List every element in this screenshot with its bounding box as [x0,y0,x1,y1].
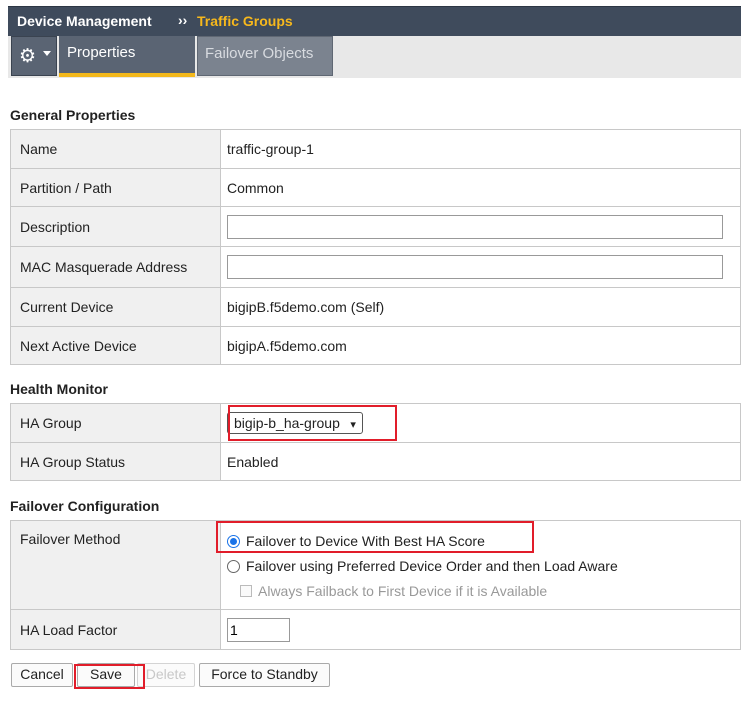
description-input[interactable] [227,214,723,239]
failover-option-preferred-order[interactable]: Failover using Preferred Device Order an… [227,554,731,579]
breadcrumb-section[interactable]: Device Management [17,13,152,29]
ha-group-selected-value: bigip-b_ha-group [234,415,340,431]
name-label: Name [10,129,221,169]
partition-label: Partition / Path [10,168,221,207]
table-row: Failover Method Failover to Device With … [10,520,741,610]
ha-group-status-value: Enabled [220,442,741,481]
next-active-device-label: Next Active Device [10,326,221,365]
mac-masquerade-input[interactable] [227,255,723,279]
radio-best-ha-score[interactable] [227,535,240,548]
force-to-standby-button[interactable]: Force to Standby [199,663,330,687]
chevron-down-icon [43,51,51,56]
tab-failover-objects[interactable]: Failover Objects [197,36,333,76]
failover-method-label: Failover Method [10,520,221,610]
ha-group-select[interactable]: bigip-b_ha-group ▾ [227,412,363,434]
chevron-down-icon: ▾ [350,418,356,431]
current-device-label: Current Device [10,287,221,327]
option-preferred-order-label: Failover using Preferred Device Order an… [246,558,618,574]
tab-failover-objects-label: Failover Objects [205,45,314,62]
next-active-device-value: bigipA.f5demo.com [220,326,741,365]
delete-button: Delete [137,663,195,687]
ha-load-factor-label: HA Load Factor [10,609,221,650]
radio-preferred-order[interactable] [227,560,240,573]
mac-masquerade-label: MAC Masquerade Address [10,246,221,288]
tab-properties[interactable]: Properties [59,36,195,77]
table-row: Next Active Device bigipA.f5demo.com [10,326,741,365]
gear-icon: ⚙ [19,45,37,67]
description-label: Description [10,206,221,247]
breadcrumb-separator: ›› [178,12,188,28]
table-row: Current Device bigipB.f5demo.com (Self) [10,287,741,327]
table-row: Name traffic-group-1 [10,129,741,169]
checkbox-always-failback [240,585,252,597]
table-row: HA Group bigip-b_ha-group ▾ [10,403,741,443]
tab-strip: ⚙ Properties Failover Objects [8,36,741,78]
failover-configuration-heading: Failover Configuration [10,498,160,514]
save-button[interactable]: Save [77,663,135,687]
tab-properties-label: Properties [67,44,136,61]
option-always-failback-label: Always Failback to First Device if it is… [258,583,548,599]
ha-load-factor-input[interactable] [227,617,290,642]
settings-menu-button[interactable]: ⚙ [11,36,57,76]
cancel-button[interactable]: Cancel [11,663,73,687]
current-device-value: bigipB.f5demo.com (Self) [220,287,741,327]
general-properties-heading: General Properties [10,107,136,123]
breadcrumb: Device Management ›› Traffic Groups [8,6,741,36]
table-row: Description [10,206,741,247]
failover-option-best-ha-score[interactable]: Failover to Device With Best HA Score [227,529,731,554]
health-monitor-heading: Health Monitor [10,381,108,397]
table-row: HA Group Status Enabled [10,442,741,481]
health-monitor-table: HA Group bigip-b_ha-group ▾ HA Group Sta… [10,403,741,481]
ha-group-status-label: HA Group Status [10,442,221,481]
table-row: HA Load Factor [10,609,741,650]
option-best-ha-score-label: Failover to Device With Best HA Score [246,533,485,549]
table-row: MAC Masquerade Address [10,246,741,288]
breadcrumb-current: Traffic Groups [197,13,293,29]
partition-value: Common [220,168,741,207]
table-row: Partition / Path Common [10,168,741,207]
name-value: traffic-group-1 [220,129,741,169]
ha-group-label: HA Group [10,403,221,443]
failover-configuration-table: Failover Method Failover to Device With … [10,520,741,650]
general-properties-table: Name traffic-group-1 Partition / Path Co… [10,129,741,365]
failover-option-always-failback: Always Failback to First Device if it is… [227,579,731,604]
